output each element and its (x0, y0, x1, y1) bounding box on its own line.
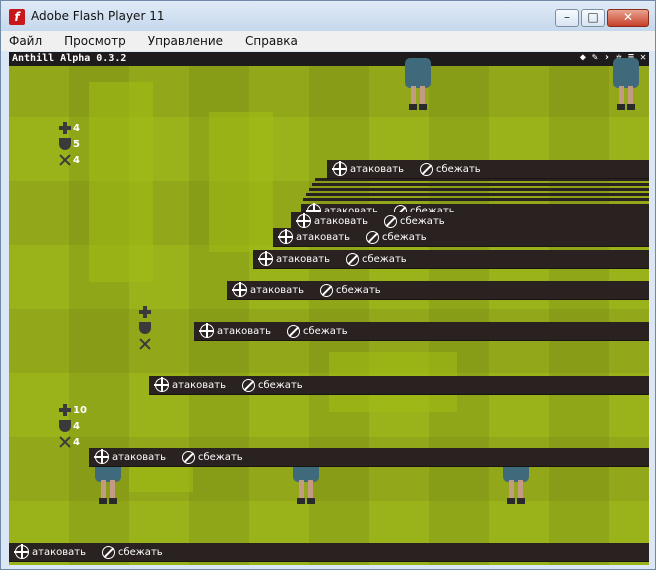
stacked-bar-edge (303, 198, 649, 201)
stacked-bar-edge (312, 183, 649, 186)
menu-control[interactable]: Управление (140, 34, 231, 48)
hp-value: 4 (73, 122, 80, 134)
flee-icon (181, 450, 195, 464)
menu-file[interactable]: Файл (1, 34, 50, 48)
flee-button[interactable]: сбежать (101, 545, 163, 559)
attack-button[interactable]: атаковать (296, 213, 368, 228)
menu-help[interactable]: Справка (237, 34, 306, 48)
close-button[interactable]: ✕ (607, 9, 649, 27)
swords-icon (139, 338, 151, 350)
swords-icon (59, 154, 71, 166)
attack-button[interactable]: атаковать (154, 377, 226, 392)
crosshair-icon (199, 323, 214, 338)
flee-button[interactable]: сбежать (319, 283, 381, 297)
minimize-button[interactable]: – (555, 9, 579, 27)
flee-button[interactable]: сбежать (345, 252, 407, 266)
grass-tile (89, 82, 153, 282)
stacked-bar-edge (309, 188, 649, 191)
flee-icon (365, 230, 379, 244)
hp-value: 10 (73, 404, 87, 416)
attack-button[interactable]: атаковать (232, 282, 304, 297)
flee-icon (383, 214, 397, 228)
ant-creature[interactable] (401, 58, 435, 110)
window-title: Adobe Flash Player 11 (31, 9, 165, 23)
armor-value: 4 (73, 420, 80, 432)
swords-icon (59, 436, 71, 448)
flee-button[interactable]: сбежать (286, 324, 348, 338)
action-bar: атаковать сбежать (194, 322, 649, 340)
flee-icon (319, 283, 333, 297)
unit-stats: 4 5 4 (59, 120, 80, 168)
attack-value: 4 (73, 436, 80, 448)
shield-icon (59, 138, 71, 150)
health-icon (59, 122, 71, 134)
crosshair-icon (278, 229, 293, 244)
game-title: Anthill Alpha 0.3.2 (12, 53, 127, 64)
attack-button[interactable]: атаковать (14, 544, 86, 559)
unit-stats (139, 304, 151, 352)
flee-icon (345, 252, 359, 266)
action-bar: атаковать сбежать (327, 160, 649, 178)
unit-stats: 10 4 4 (59, 402, 87, 450)
shield-icon (59, 420, 71, 432)
flee-button[interactable]: сбежать (383, 214, 445, 228)
attack-button[interactable]: атаковать (258, 251, 330, 266)
attack-button[interactable]: атаковать (94, 449, 166, 464)
wand-icon[interactable]: ✎ (592, 52, 598, 63)
attack-button[interactable]: атаковать (332, 161, 404, 176)
game-toolbar: Anthill Alpha 0.3.2 ◆ ✎ › ✲ ≡ ✕ (9, 52, 649, 66)
menu-bar: Файл Просмотр Управление Справка (1, 31, 655, 51)
crosshair-icon (14, 544, 29, 559)
shield-icon (139, 322, 151, 334)
action-bar: атаковать сбежать (253, 250, 649, 268)
maximize-button[interactable]: □ (581, 9, 605, 27)
flash-player-window: f Adobe Flash Player 11 – □ ✕ Файл Просм… (0, 0, 656, 570)
health-icon (59, 404, 71, 416)
health-icon (139, 306, 151, 318)
stacked-bar-edge (315, 178, 649, 181)
action-bar: атаковать сбежать (9, 543, 649, 561)
attack-value: 4 (73, 154, 80, 166)
stacked-bar-edge (306, 193, 649, 196)
flee-icon (419, 162, 433, 176)
action-bar: атаковать сбежать (227, 281, 649, 299)
crosshair-icon (296, 213, 311, 228)
sound-icon[interactable]: ◆ (580, 52, 586, 63)
flee-button[interactable]: сбежать (181, 450, 243, 464)
crosshair-icon (232, 282, 247, 297)
attack-button[interactable]: атаковать (278, 229, 350, 244)
flee-button[interactable]: сбежать (241, 378, 303, 392)
flash-icon: f (9, 9, 25, 25)
window-controls: – □ ✕ (555, 9, 649, 27)
crosshair-icon (258, 251, 273, 266)
attack-button[interactable]: атаковать (199, 323, 271, 338)
ant-creature[interactable] (609, 58, 643, 110)
menu-view[interactable]: Просмотр (56, 34, 134, 48)
grass-tile (209, 112, 273, 252)
flee-icon (101, 545, 115, 559)
crosshair-icon (154, 377, 169, 392)
flee-button[interactable]: сбежать (419, 162, 481, 176)
title-bar: f Adobe Flash Player 11 – □ ✕ (1, 1, 655, 31)
crosshair-icon (94, 449, 109, 464)
crosshair-icon (332, 161, 347, 176)
flee-icon (286, 324, 300, 338)
action-bar: атаковать сбежать (89, 448, 649, 466)
flee-icon (241, 378, 255, 392)
armor-value: 5 (73, 138, 80, 150)
game-stage[interactable]: Anthill Alpha 0.3.2 ◆ ✎ › ✲ ≡ ✕ 4 (9, 52, 649, 565)
action-bar: атаковать сбежать (273, 228, 649, 246)
flee-button[interactable]: сбежать (365, 230, 427, 244)
action-bar: атаковать сбежать (149, 376, 649, 394)
